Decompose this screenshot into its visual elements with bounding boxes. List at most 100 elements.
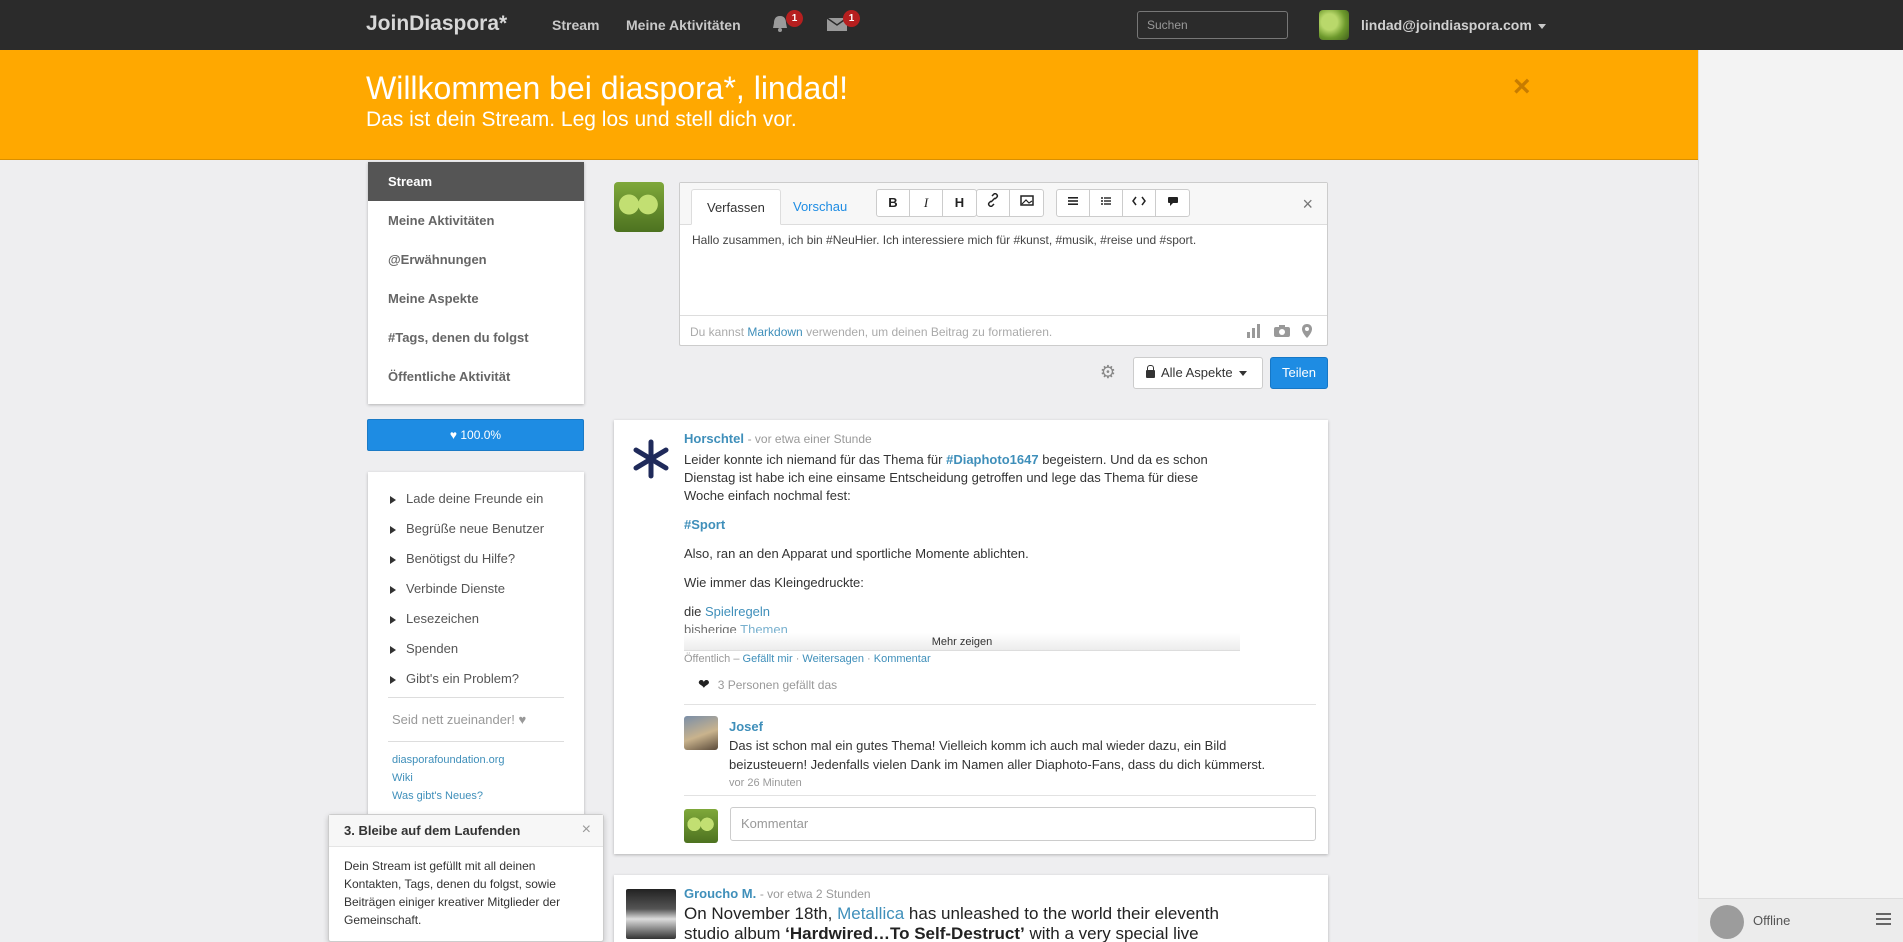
notifications-icon[interactable]: 1 <box>769 10 803 34</box>
user-avatar[interactable] <box>1319 10 1349 40</box>
post-content: Leider konnte ich niemand für das Thema … <box>684 451 1224 639</box>
messages-icon[interactable]: 1 <box>826 10 860 34</box>
show-more-button[interactable]: Mehr zeigen <box>684 633 1240 651</box>
user-menu[interactable]: lindad@joindiaspora.com <box>1361 17 1546 33</box>
post-time[interactable]: - vor etwa 2 Stunden <box>760 887 871 901</box>
close-icon[interactable]: × <box>1302 194 1313 215</box>
comment-time[interactable]: vor 26 Minuten <box>729 774 1269 793</box>
link-invite-friends[interactable]: Lade deine Freunde ein <box>390 487 584 517</box>
unordered-list-icon[interactable] <box>1090 190 1123 216</box>
heading-button[interactable]: H <box>943 190 976 216</box>
hashtag-link[interactable]: #Diaphoto1647 <box>946 452 1038 467</box>
comment-author-avatar[interactable] <box>684 716 718 750</box>
author-name[interactable]: Horschtel <box>684 431 744 446</box>
publisher-toolbar: Verfassen Vorschau B I H × <box>680 183 1327 225</box>
markdown-hint-post: verwenden, um deinen Beitrag zu formatie… <box>806 325 1053 339</box>
search-input[interactable] <box>1137 11 1288 39</box>
link-label: Spenden <box>406 641 459 656</box>
aspects-dropdown[interactable]: Alle Aspekte <box>1133 357 1263 389</box>
close-icon[interactable]: × <box>582 821 591 839</box>
bold-button[interactable]: B <box>877 190 910 216</box>
link-label: Benötigst du Hilfe? <box>406 551 516 566</box>
link-donate[interactable]: Spenden <box>390 637 584 667</box>
triangle-right-icon <box>390 555 396 564</box>
publisher: Verfassen Vorschau B I H × Hallo zusamme… <box>679 182 1328 346</box>
image-icon[interactable] <box>1010 190 1043 216</box>
camera-icon[interactable] <box>1273 323 1290 339</box>
menu-icon[interactable] <box>1876 913 1891 925</box>
comment-input[interactable]: Kommentar <box>730 807 1316 841</box>
author-avatar[interactable] <box>626 434 676 484</box>
comment-text: Das ist schon mal ein gutes Thema! Viell… <box>729 738 1266 772</box>
link-bookmarks[interactable]: Lesezeichen <box>390 607 584 637</box>
messages-badge: 1 <box>843 10 860 27</box>
author-name[interactable]: Groucho M. <box>684 886 756 901</box>
brand-logo[interactable]: JoinDiaspora* <box>366 12 507 36</box>
metallica-link[interactable]: Metallica <box>837 904 904 923</box>
album-title: ‘Hardwired…To Self-Destruct’ <box>785 924 1025 942</box>
format-tools-media <box>976 189 1044 217</box>
link-icon[interactable] <box>977 190 1010 216</box>
link-connect-services[interactable]: Verbinde Dienste <box>390 577 584 607</box>
nav-my-activity[interactable]: Meine Aktivitäten <box>626 17 741 33</box>
link-report-problem[interactable]: Gibt's ein Problem? <box>390 667 584 697</box>
ordered-list-icon[interactable] <box>1057 190 1090 216</box>
link-wiki[interactable]: Wiki <box>392 772 584 790</box>
post-textarea[interactable]: Hallo zusammen, ich bin #NeuHier. Ich in… <box>692 233 1312 247</box>
visibility-label: Öffentlich <box>684 653 731 665</box>
link-help[interactable]: Benötigst du Hilfe? <box>390 547 584 577</box>
post-header: Horschtel - vor etwa einer Stunde <box>684 431 872 446</box>
triangle-right-icon <box>390 675 396 684</box>
sidebar-item-followed-tags[interactable]: #Tags, denen du folgst <box>368 318 584 357</box>
reshare-link[interactable]: Weitersagen <box>802 653 864 665</box>
aspects-label: Alle Aspekte <box>1161 365 1233 380</box>
comment: Josef Das ist schon mal ein gutes Thema!… <box>729 717 1269 793</box>
triangle-right-icon <box>390 645 396 654</box>
lock-icon <box>1146 365 1155 378</box>
gear-icon[interactable]: ⚙ <box>1097 362 1119 384</box>
chevron-down-icon <box>1238 371 1247 377</box>
close-icon[interactable]: × <box>1513 70 1531 104</box>
divider <box>684 795 1316 796</box>
tab-preview[interactable]: Vorschau <box>778 189 862 225</box>
like-link[interactable]: Gefällt mir <box>743 653 793 665</box>
heart-icon: ❤ <box>698 676 710 692</box>
format-tools-text: B I H <box>876 189 977 217</box>
sidebar-item-my-aspects[interactable]: Meine Aspekte <box>368 279 584 318</box>
link-label: Lesezeichen <box>406 611 479 626</box>
hashtag-link[interactable]: #Sport <box>684 517 725 532</box>
markdown-link[interactable]: Markdown <box>747 325 802 339</box>
link-whats-new[interactable]: Was gibt's Neues? <box>392 790 584 808</box>
comment-link[interactable]: Kommentar <box>874 653 931 665</box>
post-time[interactable]: - vor etwa einer Stunde <box>748 432 872 446</box>
code-icon[interactable] <box>1123 190 1156 216</box>
stream-post: Groucho M. - vor etwa 2 Stunden On Novem… <box>614 875 1328 942</box>
divider <box>684 704 1316 705</box>
italic-button[interactable]: I <box>910 190 943 216</box>
nav-stream[interactable]: Stream <box>552 17 599 33</box>
sidebar-item-stream[interactable]: Stream <box>368 162 584 201</box>
like-percentage-bar[interactable]: ♥ 100.0% <box>367 419 584 451</box>
comment-author[interactable]: Josef <box>729 719 763 734</box>
share-button[interactable]: Teilen <box>1270 357 1328 389</box>
rules-link[interactable]: Spielregeln <box>705 604 770 619</box>
markdown-hint-pre: Du kannst <box>690 325 745 339</box>
publisher-avatar <box>614 182 664 232</box>
poll-icon[interactable] <box>1245 323 1261 339</box>
location-icon[interactable] <box>1301 323 1317 339</box>
link-foundation[interactable]: diasporafoundation.org <box>392 754 584 772</box>
sidebar-item-my-activity[interactable]: Meine Aktivitäten <box>368 201 584 240</box>
sidebar-item-mentions[interactable]: @Erwähnungen <box>368 240 584 279</box>
likes-count: 3 Personen gefällt das <box>717 678 838 692</box>
publisher-extras <box>1245 323 1317 339</box>
sidebar-item-public-activity[interactable]: Öffentliche Aktivität <box>368 357 584 396</box>
likes-row[interactable]: ❤ 3 Personen gefällt das <box>698 676 837 693</box>
tab-compose[interactable]: Verfassen <box>691 189 781 225</box>
author-avatar[interactable] <box>626 889 676 939</box>
quote-icon[interactable] <box>1156 190 1189 216</box>
my-avatar <box>684 809 718 843</box>
post-paragraph: Also, ran an den Apparat und sportliche … <box>684 546 1029 561</box>
link-label: Begrüße neue Benutzer <box>406 521 545 536</box>
chat-status-bar[interactable]: Offline <box>1698 898 1903 942</box>
link-welcome-users[interactable]: Begrüße neue Benutzer <box>390 517 584 547</box>
